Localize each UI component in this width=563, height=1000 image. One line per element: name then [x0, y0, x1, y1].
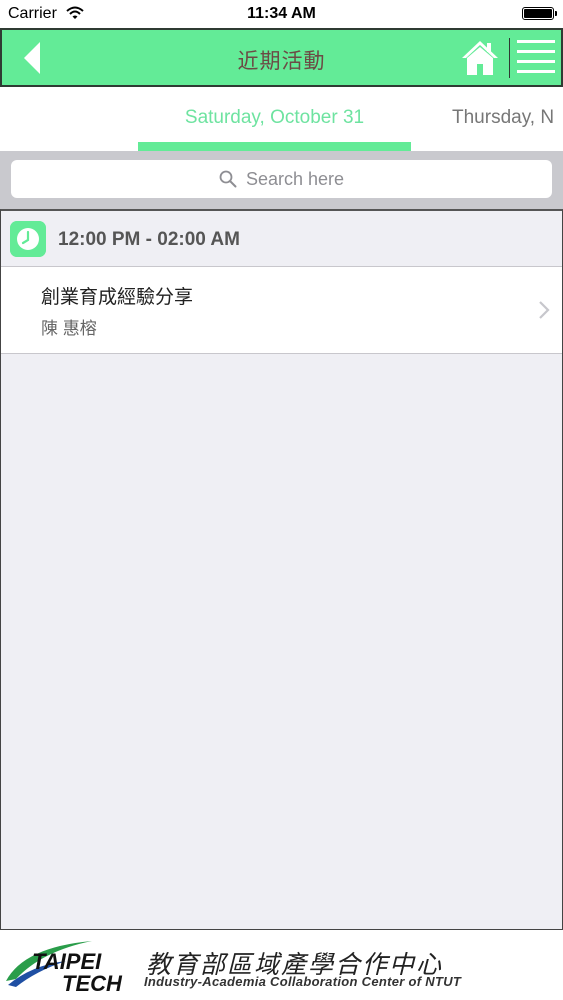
search-bar: Search here [0, 151, 563, 209]
status-bar: Carrier 11:34 AM [0, 0, 563, 28]
nav-divider [509, 38, 510, 78]
search-placeholder: Search here [245, 168, 345, 189]
taipei-tech-logo: TAIPEI TECH [2, 935, 128, 996]
event-list: 12:00 PM - 02:00 AM 創業育成經驗分享 陳 惠榕 [0, 209, 563, 930]
chevron-right-icon [539, 301, 550, 319]
list-item[interactable]: 創業育成經驗分享 陳 惠榕 [1, 267, 562, 354]
event-title: 創業育成經驗分享 [41, 287, 194, 308]
battery-icon [522, 7, 557, 20]
nav-bar: 近期活動 [0, 28, 563, 87]
org-name-english: Industry-Academia Collaboration Center o… [144, 974, 462, 989]
time-section-header: 12:00 PM - 02:00 AM [1, 211, 562, 267]
hamburger-menu-icon[interactable] [517, 40, 555, 74]
tab-saturday-october-31[interactable]: Saturday, October 31 [138, 107, 411, 129]
status-time: 11:34 AM [247, 5, 316, 22]
search-input[interactable]: Search here [11, 160, 552, 198]
footer-banner: TAIPEI TECH 教育部區域產學合作中心 Industry-Academi… [0, 930, 563, 1000]
tab-thursday[interactable]: Thursday, N [452, 107, 554, 129]
search-icon [219, 170, 237, 188]
clock-icon [10, 221, 46, 257]
section-time-range: 12:00 PM - 02:00 AM [58, 229, 240, 250]
date-tabs: Saturday, October 31 Thursday, N [0, 87, 563, 151]
logo-text-tech: TECH [62, 971, 122, 996]
event-speaker: 陳 惠榕 [41, 319, 97, 338]
active-tab-indicator [138, 142, 411, 151]
home-icon[interactable] [460, 39, 500, 77]
